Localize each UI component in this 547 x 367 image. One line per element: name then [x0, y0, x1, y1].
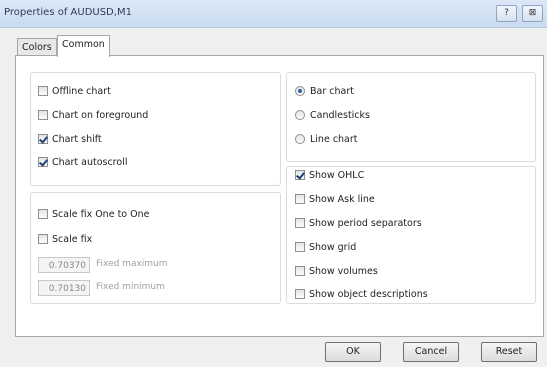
title-bar: Properties of AUDUSD,M1 ? ⊠ — [0, 0, 547, 28]
scale-fix-one-option[interactable]: Scale fix One to One — [38, 207, 149, 221]
bar-chart-option[interactable]: Bar chart — [295, 84, 354, 98]
show-ask-line-checkbox[interactable] — [295, 194, 305, 204]
help-button[interactable]: ? — [496, 5, 517, 22]
line-chart-radio[interactable] — [295, 134, 305, 144]
scale-fix-one-checkbox[interactable] — [38, 209, 48, 219]
window-title: Properties of AUDUSD,M1 — [4, 7, 132, 18]
offline-chart-option[interactable]: Offline chart — [38, 84, 111, 98]
scale-fix-label: Scale fix — [52, 233, 93, 245]
line-chart-option[interactable]: Line chart — [295, 132, 358, 146]
show-object-descriptions-checkbox[interactable] — [295, 289, 305, 299]
tab-common[interactable]: Common — [57, 35, 110, 57]
line-chart-label: Line chart — [310, 133, 358, 145]
show-ask-line-label: Show Ask line — [309, 193, 375, 205]
chart-shift-label: Chart shift — [52, 133, 102, 145]
fixed-maximum-label: Fixed maximum — [96, 259, 168, 269]
offline-chart-label: Offline chart — [52, 85, 111, 97]
chart-options-group: Offline chart Chart on foreground Chart … — [30, 72, 281, 186]
help-icon: ? — [504, 8, 509, 18]
show-ask-line-option[interactable]: Show Ask line — [295, 192, 375, 206]
chart-shift-checkbox[interactable] — [38, 134, 48, 144]
show-volumes-option[interactable]: Show volumes — [295, 264, 378, 278]
show-object-descriptions-label: Show object descriptions — [309, 288, 428, 300]
chart-on-foreground-checkbox[interactable] — [38, 110, 48, 120]
chart-autoscroll-checkbox[interactable] — [38, 157, 48, 167]
scale-fix-one-label: Scale fix One to One — [52, 208, 150, 220]
bar-chart-radio[interactable] — [295, 86, 305, 96]
show-volumes-checkbox[interactable] — [295, 266, 305, 276]
show-period-separators-option[interactable]: Show period separators — [295, 216, 422, 230]
tab-common-label: Common — [62, 39, 105, 50]
chart-autoscroll-label: Chart autoscroll — [52, 156, 128, 168]
tab-colors-label: Colors — [22, 42, 52, 53]
show-ohlc-checkbox[interactable] — [295, 170, 305, 180]
scale-fix-checkbox[interactable] — [38, 234, 48, 244]
cancel-button[interactable]: Cancel — [403, 342, 459, 362]
show-period-separators-label: Show period separators — [309, 217, 422, 229]
chart-autoscroll-option[interactable]: Chart autoscroll — [38, 155, 127, 169]
show-ohlc-option[interactable]: Show OHLC — [295, 168, 364, 182]
candlesticks-radio[interactable] — [295, 110, 305, 120]
chart-on-foreground-label: Chart on foreground — [52, 109, 149, 121]
chart-shift-option[interactable]: Chart shift — [38, 132, 102, 146]
show-ohlc-label: Show OHLC — [309, 169, 365, 181]
close-icon: ⊠ — [528, 8, 537, 18]
show-grid-checkbox[interactable] — [295, 242, 305, 252]
show-grid-option[interactable]: Show grid — [295, 240, 356, 254]
show-options-group: Show OHLC Show Ask line Show period sepa… — [286, 166, 536, 304]
fixed-minimum-input[interactable]: 0.70130 — [38, 280, 90, 296]
scale-options-group: Scale fix One to One Scale fix 0.70370 F… — [30, 192, 281, 304]
reset-button[interactable]: Reset — [481, 342, 537, 362]
show-period-separators-checkbox[interactable] — [295, 218, 305, 228]
show-grid-label: Show grid — [309, 241, 357, 253]
offline-chart-checkbox[interactable] — [38, 86, 48, 96]
chart-on-foreground-option[interactable]: Chart on foreground — [38, 108, 148, 122]
scale-fix-option[interactable]: Scale fix — [38, 232, 92, 246]
common-tab-panel: Offline chart Chart on foreground Chart … — [15, 55, 544, 337]
show-volumes-label: Show volumes — [309, 265, 378, 277]
close-button[interactable]: ⊠ — [522, 5, 543, 22]
fixed-maximum-input[interactable]: 0.70370 — [38, 257, 90, 273]
candlesticks-label: Candlesticks — [310, 109, 370, 121]
fixed-minimum-label: Fixed minimum — [96, 282, 165, 292]
ok-button[interactable]: OK — [325, 342, 381, 362]
show-object-descriptions-option[interactable]: Show object descriptions — [295, 287, 428, 301]
candlesticks-option[interactable]: Candlesticks — [295, 108, 370, 122]
bar-chart-label: Bar chart — [310, 85, 354, 97]
chart-type-group: Bar chart Candlesticks Line chart — [286, 72, 536, 162]
